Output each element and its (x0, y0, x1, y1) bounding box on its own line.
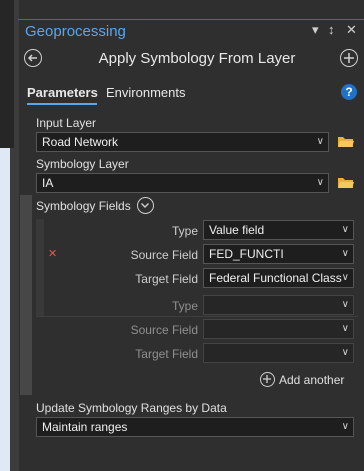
chevron-down-icon (141, 203, 149, 208)
type-label: Type (171, 224, 198, 238)
symbology-fields-label: Symbology Fields (36, 199, 131, 213)
pin-icon[interactable]: ↕ (328, 22, 335, 38)
map-edge-light (0, 148, 10, 471)
tool-title: Apply Symbology From Layer (98, 50, 296, 67)
type-select-empty[interactable]: ∨ (203, 295, 354, 315)
chevron-down-icon: ∨ (341, 323, 349, 334)
input-layer-value: Road Network (42, 135, 119, 149)
chevron-down-icon: ∨ (316, 136, 324, 147)
chevron-down-icon: ∨ (316, 177, 324, 188)
source-field-label: Source Field (130, 323, 198, 337)
tab-environments[interactable]: Environments (106, 85, 185, 100)
chevron-down-icon: ∨ (341, 299, 349, 310)
chevron-down-icon: ∨ (341, 421, 349, 432)
source-field-select-empty[interactable]: ∨ (203, 319, 354, 339)
help-icon[interactable]: ? (341, 84, 357, 100)
tab-active-indicator (27, 103, 97, 105)
collapse-button[interactable] (137, 197, 154, 214)
close-icon[interactable]: ✕ (346, 22, 357, 38)
target-field-select-empty[interactable]: ∨ (203, 343, 354, 363)
type-select[interactable]: Value field ∨ (203, 220, 354, 240)
add-another-label: Add another (279, 373, 345, 387)
tab-parameters[interactable]: Parameters (27, 85, 98, 100)
chevron-down-icon: ∨ (341, 347, 349, 358)
symbology-layer-label: Symbology Layer (36, 157, 129, 171)
chevron-down-icon: ∨ (341, 248, 349, 259)
folder-open-icon[interactable] (337, 135, 355, 149)
pane-title: Geoprocessing (25, 23, 126, 40)
pane-options-icon[interactable]: ▾ (312, 22, 319, 38)
target-field-label: Target Field (135, 272, 198, 286)
target-field-select[interactable]: Federal Functional Class ∨ (203, 268, 354, 288)
chevron-down-icon: ∨ (341, 272, 349, 283)
source-field-value: FED_FUNCTI (209, 247, 284, 261)
plus-icon (344, 53, 354, 63)
add-button[interactable] (340, 49, 358, 67)
type-value: Value field (209, 223, 265, 237)
fields-group-indicator (20, 195, 32, 395)
input-layer-select[interactable]: Road Network ∨ (36, 132, 329, 152)
pane-accent-line (18, 19, 364, 20)
map-edge (0, 0, 18, 471)
add-another-button[interactable]: Add another (260, 372, 345, 388)
update-ranges-select[interactable]: Maintain ranges ∨ (36, 417, 354, 437)
update-ranges-value: Maintain ranges (42, 420, 128, 434)
source-field-select[interactable]: FED_FUNCTI ∨ (203, 244, 354, 264)
map-edge-dark (0, 0, 14, 148)
symbology-layer-select[interactable]: IA ∨ (36, 173, 329, 193)
chevron-down-icon: ∨ (341, 224, 349, 235)
symbology-layer-value: IA (42, 176, 54, 190)
plus-circle-icon (260, 372, 275, 388)
arrow-left-icon (27, 54, 37, 62)
back-button[interactable] (24, 49, 42, 67)
target-field-label: Target Field (135, 347, 198, 361)
update-ranges-label: Update Symbology Ranges by Data (36, 401, 227, 415)
input-layer-label: Input Layer (36, 116, 97, 130)
target-field-value: Federal Functional Class (209, 271, 342, 285)
type-label: Type (171, 299, 198, 313)
source-field-label: Source Field (130, 248, 198, 262)
row-separator (36, 316, 358, 317)
folder-open-icon[interactable] (337, 176, 355, 190)
